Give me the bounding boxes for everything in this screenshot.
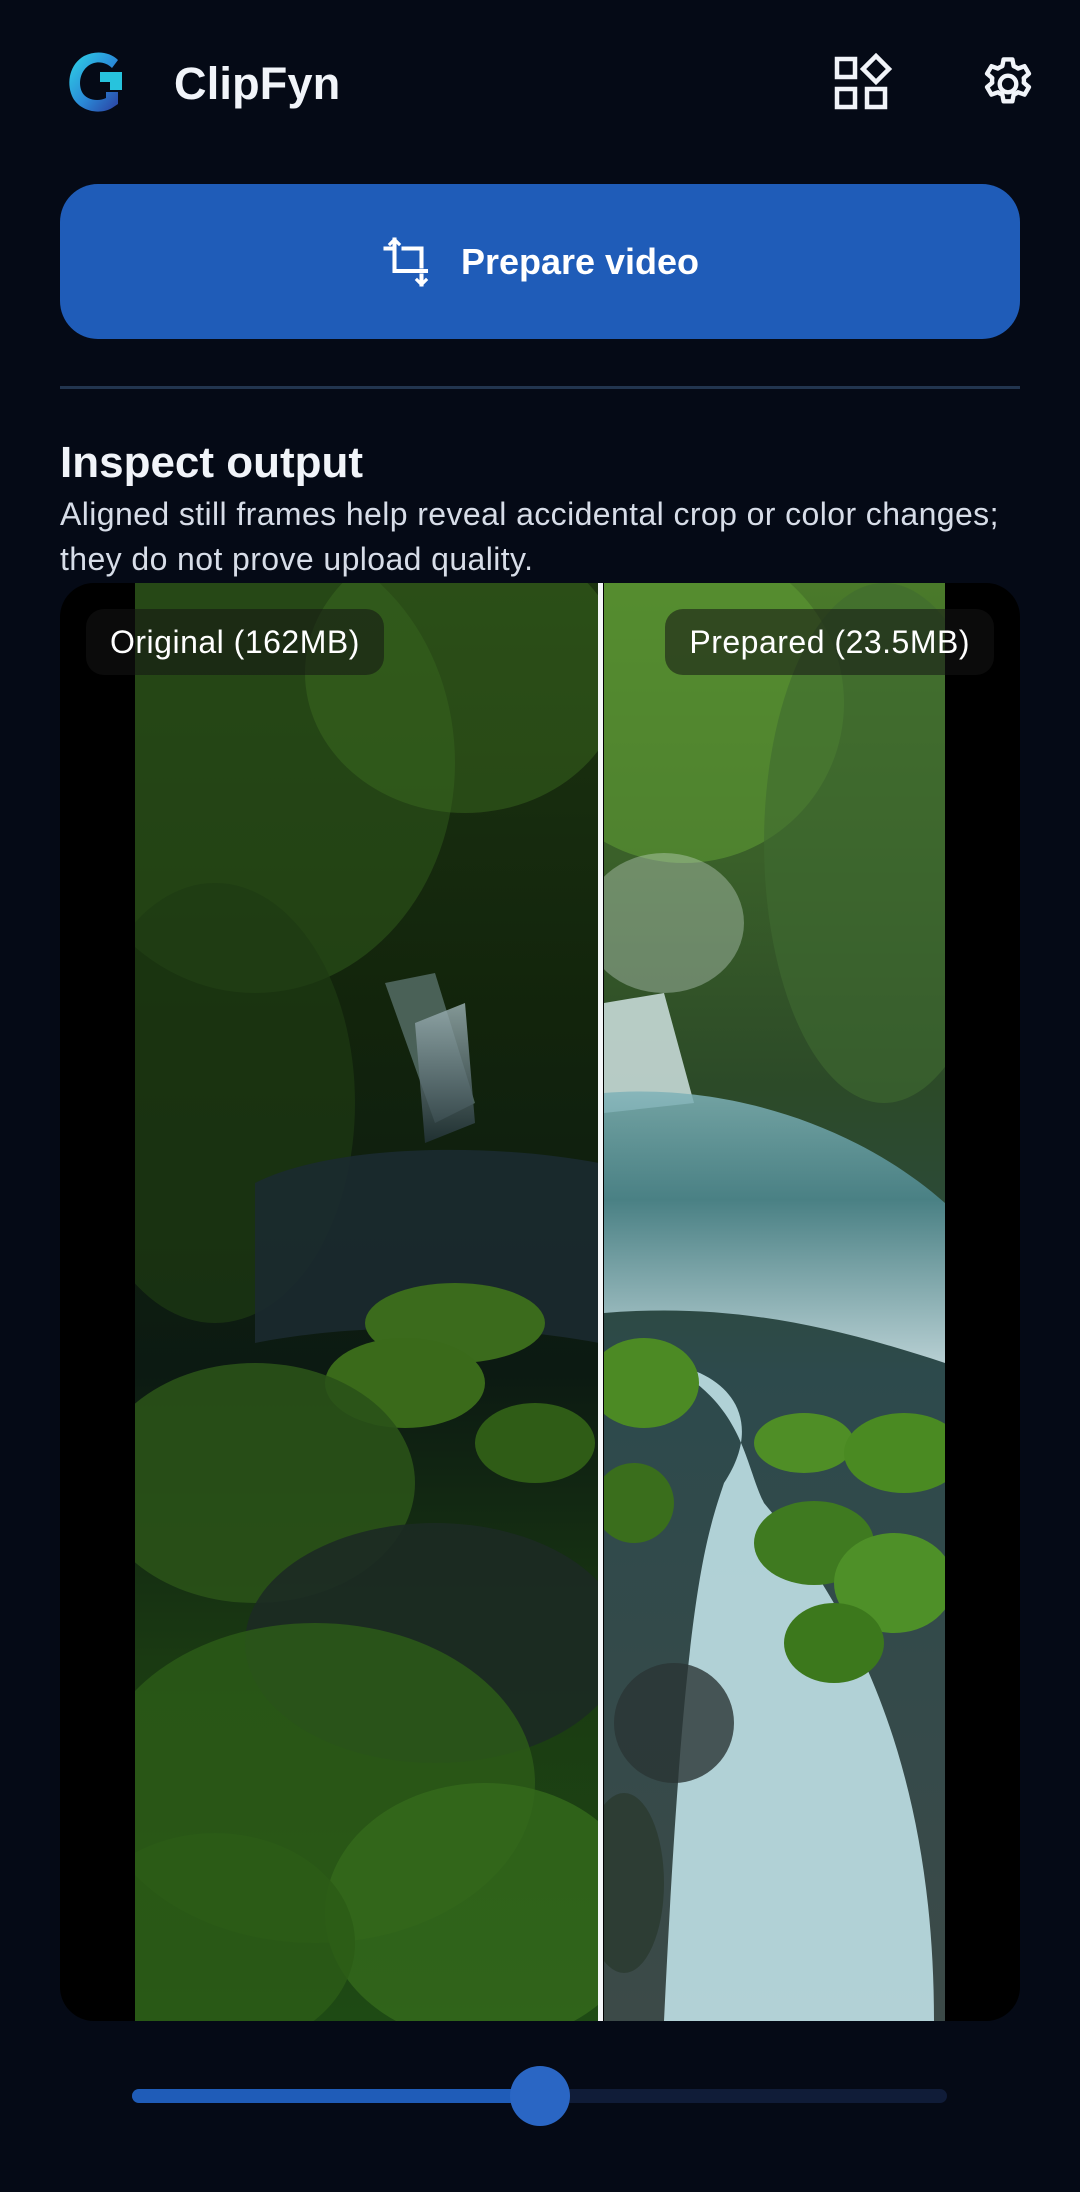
prepared-frame-image — [604, 583, 945, 2021]
section-title: Inspect output — [60, 438, 364, 487]
section-description: Aligned still frames help reveal acciden… — [60, 496, 999, 577]
app-bar: ClipFyn — [0, 0, 1080, 170]
settings-button[interactable] — [974, 50, 1042, 118]
original-label: Original (162MB) — [86, 609, 384, 675]
gear-icon — [984, 57, 1032, 104]
crop-icon — [383, 236, 429, 287]
apps-grid-button[interactable] — [830, 50, 898, 118]
prepared-label: Prepared (23.5MB) — [665, 609, 994, 675]
slider-fill — [132, 2089, 540, 2103]
compare-slider[interactable] — [132, 2066, 947, 2126]
prepare-video-label: Prepare video — [460, 240, 700, 282]
apps-grid-icon — [834, 53, 893, 110]
original-frame-image — [135, 583, 599, 2021]
split-divider-handle[interactable] — [598, 583, 603, 2021]
clipfyn-logo-icon — [60, 46, 132, 118]
divider — [60, 386, 1020, 389]
app-title: ClipFyn — [174, 58, 341, 109]
slider-thumb[interactable] — [510, 2066, 570, 2126]
prepare-video-button[interactable]: Prepare video — [60, 184, 1020, 339]
compare-viewer[interactable]: Original (162MB) Prepared (23.5MB) — [60, 583, 1020, 2021]
